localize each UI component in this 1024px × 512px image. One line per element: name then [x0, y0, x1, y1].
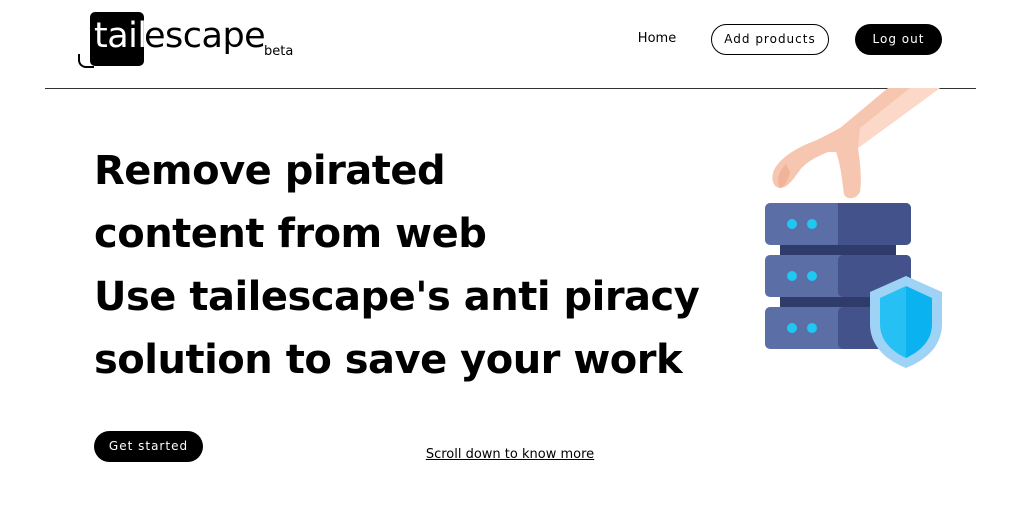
- logo-text-part1: tail: [94, 16, 147, 56]
- page: tail escape beta Home Add products Log o…: [0, 0, 1024, 512]
- headline-line: Remove pirated: [94, 148, 446, 194]
- scroll-down-link[interactable]: Scroll down to know more: [420, 447, 600, 465]
- logout-button[interactable]: Log out: [855, 24, 942, 55]
- beta-tag: beta: [264, 44, 294, 59]
- hand-icon: [772, 88, 940, 199]
- logo-text-part2: escape: [144, 16, 266, 56]
- headline-line: Use tailescape's anti piracy: [94, 274, 700, 320]
- headline-line: solution to save your work: [94, 337, 683, 383]
- headline-line: content from web: [94, 211, 487, 257]
- get-started-button[interactable]: Get started: [94, 431, 203, 462]
- nav-home-link[interactable]: Home: [632, 29, 682, 49]
- add-products-button[interactable]: Add products: [711, 24, 829, 55]
- brand-logo[interactable]: tail escape beta: [78, 10, 308, 70]
- server-shield-hand-illustration: [765, 88, 942, 368]
- logo-tail-glyph: [78, 54, 94, 68]
- shield-icon: [870, 276, 942, 368]
- hero-headline: Remove pirated content from web Use tail…: [94, 140, 700, 392]
